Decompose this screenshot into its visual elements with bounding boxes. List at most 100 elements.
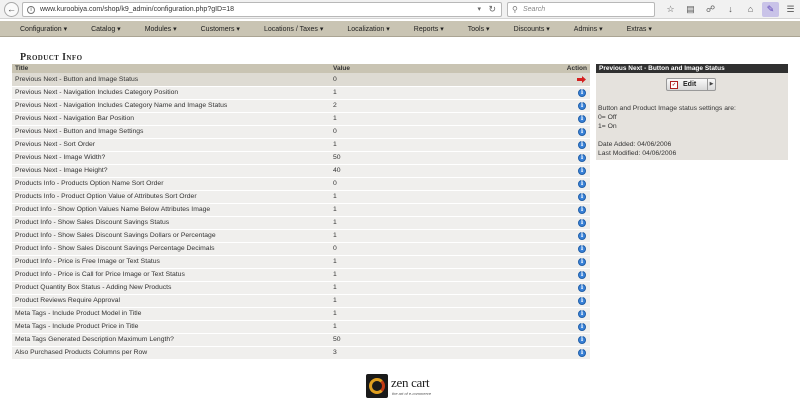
url-text[interactable]: www.kuroobiya.com/shop/k9_admin/configur… — [40, 6, 234, 13]
edit-button-label: Edit — [683, 81, 697, 88]
search-input[interactable]: ⚲ Search — [507, 2, 655, 17]
info-icon[interactable]: i — [578, 166, 586, 175]
row-action: i — [560, 346, 590, 360]
row-title: Previous Next - Button and Image Setting… — [12, 125, 330, 139]
info-icon[interactable]: i — [578, 218, 586, 227]
info-icon[interactable]: i — [578, 140, 586, 149]
nav-locations-taxes[interactable]: Locations / Taxes ▾ — [252, 25, 335, 33]
zen-cart-logo[interactable]: zen cart the art of e-commerce — [366, 374, 438, 398]
info-icon[interactable]: i — [578, 205, 586, 214]
site-info-icon[interactable]: i — [27, 6, 35, 14]
info-icon[interactable]: i — [578, 179, 586, 188]
pocket-icon[interactable]: ☍ — [702, 2, 719, 17]
row-title: Previous Next - Navigation Bar Position — [12, 112, 330, 126]
info-icon[interactable]: i — [578, 114, 586, 123]
table-row[interactable]: Previous Next - Button and Image Setting… — [12, 125, 590, 139]
row-action: i — [560, 138, 590, 152]
row-value: 1 — [330, 86, 560, 100]
download-icon[interactable]: ↓ — [722, 2, 739, 17]
table-row[interactable]: Previous Next - Image Height? 40 i — [12, 164, 590, 178]
table-row[interactable]: Previous Next - Navigation Bar Position 1… — [12, 112, 590, 126]
table-row[interactable]: Product Reviews Require Approval 1 i — [12, 294, 590, 308]
info-icon[interactable]: i — [578, 192, 586, 201]
nav-extras[interactable]: Extras ▾ — [615, 25, 664, 33]
table-row[interactable]: Meta Tags - Include Product Model in Tit… — [12, 307, 590, 321]
table-row[interactable]: Previous Next - Sort Order 1 i — [12, 138, 590, 152]
edit-button[interactable]: ✓ Edit ▶ — [666, 78, 716, 91]
table-row[interactable]: Products Info - Product Option Value of … — [12, 190, 590, 204]
row-action: i — [560, 164, 590, 178]
info-icon[interactable]: i — [578, 283, 586, 292]
info-icon[interactable]: i — [578, 88, 586, 97]
table-row[interactable]: Previous Next - Button and Image Status 0 — [12, 73, 590, 87]
logo-wordmark: zen cart — [391, 375, 430, 390]
pen-extension-icon[interactable]: ✎ — [762, 2, 779, 17]
table-row[interactable]: Product Info - Show Sales Discount Savin… — [12, 216, 590, 230]
reading-list-icon[interactable]: ▤ — [682, 2, 699, 17]
toolbar-icons: ☆ ▤ ☍ ↓ ⌂ ✎ ☰ — [662, 2, 799, 17]
info-icon[interactable]: i — [578, 244, 586, 253]
row-title: Product Info - Show Sales Discount Savin… — [12, 229, 330, 243]
table-row[interactable]: Product Info - Show Sales Discount Savin… — [12, 242, 590, 256]
nav-admins[interactable]: Admins ▾ — [562, 25, 615, 33]
row-action: i — [560, 203, 590, 217]
table-row[interactable]: Product Info - Show Option Values Name B… — [12, 203, 590, 217]
nav-tools[interactable]: Tools ▾ — [456, 25, 502, 33]
nav-modules[interactable]: Modules ▾ — [133, 25, 189, 33]
info-panel: Previous Next - Button and Image Status … — [596, 64, 788, 160]
info-icon[interactable]: i — [578, 296, 586, 305]
info-icon[interactable]: i — [578, 257, 586, 266]
nav-localization[interactable]: Localization ▾ — [335, 25, 401, 33]
table-row[interactable]: Product Info - Price is Free Image or Te… — [12, 255, 590, 269]
table-row[interactable]: Previous Next - Navigation Includes Cate… — [12, 86, 590, 100]
url-dropdown-icon[interactable]: ▾ — [477, 5, 481, 13]
nav-catalog[interactable]: Catalog ▾ — [79, 25, 133, 33]
info-icon[interactable]: i — [578, 231, 586, 240]
table-row[interactable]: Meta Tags Generated Description Maximum … — [12, 333, 590, 347]
address-bar[interactable]: i www.kuroobiya.com/shop/k9_admin/config… — [22, 2, 502, 17]
info-last-modified: Last Modified: 04/06/2006 — [598, 150, 677, 157]
back-arrow-icon[interactable]: ← — [4, 2, 19, 17]
row-title: Product Quantity Box Status - Adding New… — [12, 281, 330, 295]
row-title: Meta Tags - Include Product Model in Tit… — [12, 307, 330, 321]
info-icon[interactable]: i — [578, 348, 586, 357]
row-value: 50 — [330, 151, 560, 165]
row-value: 0 — [330, 177, 560, 191]
row-action: i — [560, 281, 590, 295]
table-row[interactable]: Also Purchased Products Columns per Row 3… — [12, 346, 590, 360]
menu-icon[interactable]: ☰ — [782, 2, 799, 17]
row-action: i — [560, 125, 590, 139]
table-row[interactable]: Product Info - Price is Call for Price I… — [12, 268, 590, 282]
info-icon[interactable]: i — [578, 322, 586, 331]
row-value: 1 — [330, 255, 560, 269]
edit-button-arrow-icon[interactable]: ▶ — [707, 79, 715, 90]
nav-customers[interactable]: Customers ▾ — [189, 25, 252, 33]
row-title: Previous Next - Navigation Includes Cate… — [12, 86, 330, 100]
row-title: Previous Next - Button and Image Status — [12, 73, 330, 87]
reload-icon[interactable]: ↻ — [488, 4, 496, 15]
table-row[interactable]: Meta Tags - Include Product Price in Tit… — [12, 320, 590, 334]
home-icon[interactable]: ⌂ — [742, 2, 759, 17]
table-body: Previous Next - Button and Image Status 0… — [12, 73, 590, 360]
table-row[interactable]: Previous Next - Navigation Includes Cate… — [12, 99, 590, 113]
table-row[interactable]: Previous Next - Image Width? 50 i — [12, 151, 590, 165]
table-row[interactable]: Product Info - Show Sales Discount Savin… — [12, 229, 590, 243]
info-icon[interactable]: i — [578, 153, 586, 162]
nav-reports[interactable]: Reports ▾ — [402, 25, 456, 33]
info-icon[interactable]: i — [578, 335, 586, 344]
nav-configuration[interactable]: Configuration ▾ — [8, 25, 79, 33]
config-table: Title Value Action Previous Next - Butto… — [12, 64, 590, 360]
table-row[interactable]: Product Quantity Box Status - Adding New… — [12, 281, 590, 295]
nav-discounts[interactable]: Discounts ▾ — [502, 25, 562, 33]
row-action: i — [560, 294, 590, 308]
row-value: 1 — [330, 268, 560, 282]
table-row[interactable]: Products Info - Products Option Name Sor… — [12, 177, 590, 191]
info-icon[interactable]: i — [578, 101, 586, 110]
info-icon[interactable]: i — [578, 270, 586, 279]
row-action: i — [560, 242, 590, 256]
info-icon[interactable]: i — [578, 127, 586, 136]
row-title: Previous Next - Image Height? — [12, 164, 330, 178]
info-icon[interactable]: i — [578, 309, 586, 318]
row-title: Previous Next - Image Width? — [12, 151, 330, 165]
bookmark-star-icon[interactable]: ☆ — [662, 2, 679, 17]
